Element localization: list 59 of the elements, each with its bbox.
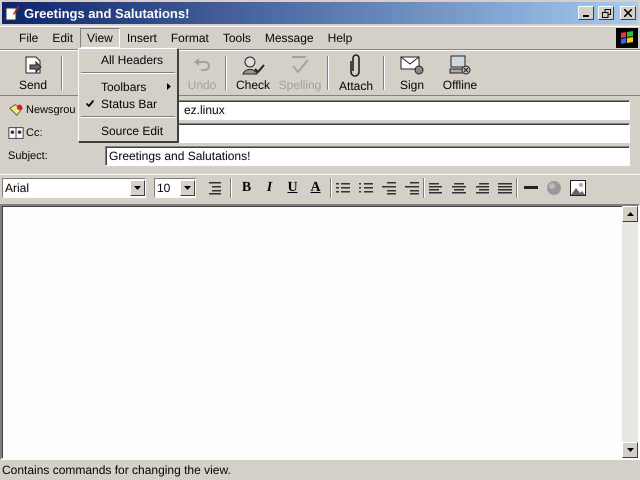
menu-item[interactable]: Edit: [45, 28, 80, 48]
field-label: Newsgrou: [26, 104, 76, 116]
note-icon: [4, 5, 20, 21]
newsgroup-icon: [8, 102, 24, 118]
status-text: Contains commands for changing the view.: [2, 463, 231, 477]
scroll-down-button[interactable]: [622, 442, 638, 458]
down-arrow-icon: [184, 186, 191, 190]
up-arrow-icon: [626, 212, 634, 216]
scrollbar[interactable]: [622, 206, 638, 458]
toolbar-button[interactable]: Offline: [436, 52, 484, 94]
menu-item[interactable]: Help: [320, 28, 360, 48]
size-select[interactable]: 10: [154, 178, 196, 198]
field-label: Subject:: [8, 150, 48, 162]
align-right-icon[interactable]: [474, 181, 490, 195]
field-label: Cc:: [26, 127, 42, 139]
menu-item[interactable]: Tools: [216, 28, 258, 48]
menu-item[interactable]: View: [80, 28, 120, 48]
menu-item[interactable]: Insert: [120, 28, 164, 48]
down-arrow-icon: [626, 448, 634, 452]
menu-item[interactable]: Format: [164, 28, 216, 48]
window-title: Greetings and Salutations!: [24, 6, 190, 20]
windows-logo-icon: [616, 28, 638, 48]
menu-item[interactable]: File: [12, 28, 46, 48]
align-left-icon[interactable]: [428, 181, 444, 195]
italic-button[interactable]: I: [258, 177, 281, 199]
restore-icon: [602, 8, 610, 18]
minimize-button[interactable]: [578, 6, 594, 20]
bullet-list-icon[interactable]: [358, 181, 374, 195]
toolbar-button[interactable]: Sign: [388, 52, 436, 94]
address-book-icon: [8, 125, 24, 141]
align-center-icon[interactable]: [451, 181, 467, 195]
menu-entry[interactable]: Source Edit: [79, 122, 177, 139]
down-arrow-icon: [134, 186, 141, 190]
underline-button[interactable]: U: [281, 177, 304, 199]
submenu-arrow-icon: [167, 83, 171, 90]
menu-item[interactable]: Message: [258, 28, 321, 48]
menu-entry[interactable]: All Headers: [79, 51, 177, 68]
indent-icon[interactable]: [404, 181, 420, 195]
person-check-icon: [241, 54, 265, 76]
justify-icon[interactable]: [497, 181, 513, 195]
font-color-button[interactable]: A: [304, 177, 327, 199]
paragraph-style-icon[interactable]: [208, 181, 224, 195]
toolbar-button[interactable]: Attach: [332, 52, 380, 94]
outdent-icon[interactable]: [381, 181, 397, 195]
toolbar-button[interactable]: Send: [8, 52, 58, 94]
font-select[interactable]: Arial: [2, 178, 146, 198]
paperclip-icon: [349, 53, 363, 77]
input-field[interactable]: Greetings and Salutations!: [105, 146, 630, 166]
computer-icon: [448, 54, 472, 76]
toolbar-button[interactable]: Check: [230, 52, 276, 94]
bold-button[interactable]: B: [235, 177, 258, 199]
image-icon[interactable]: [570, 180, 586, 196]
envelope-icon: [400, 54, 424, 76]
restore-button[interactable]: [598, 6, 614, 20]
menu-entry[interactable]: Toolbars: [79, 78, 177, 95]
scroll-up-button[interactable]: [622, 206, 638, 222]
numbered-list-icon[interactable]: [335, 181, 351, 195]
close-icon: [624, 9, 632, 17]
close-button[interactable]: [620, 6, 636, 20]
